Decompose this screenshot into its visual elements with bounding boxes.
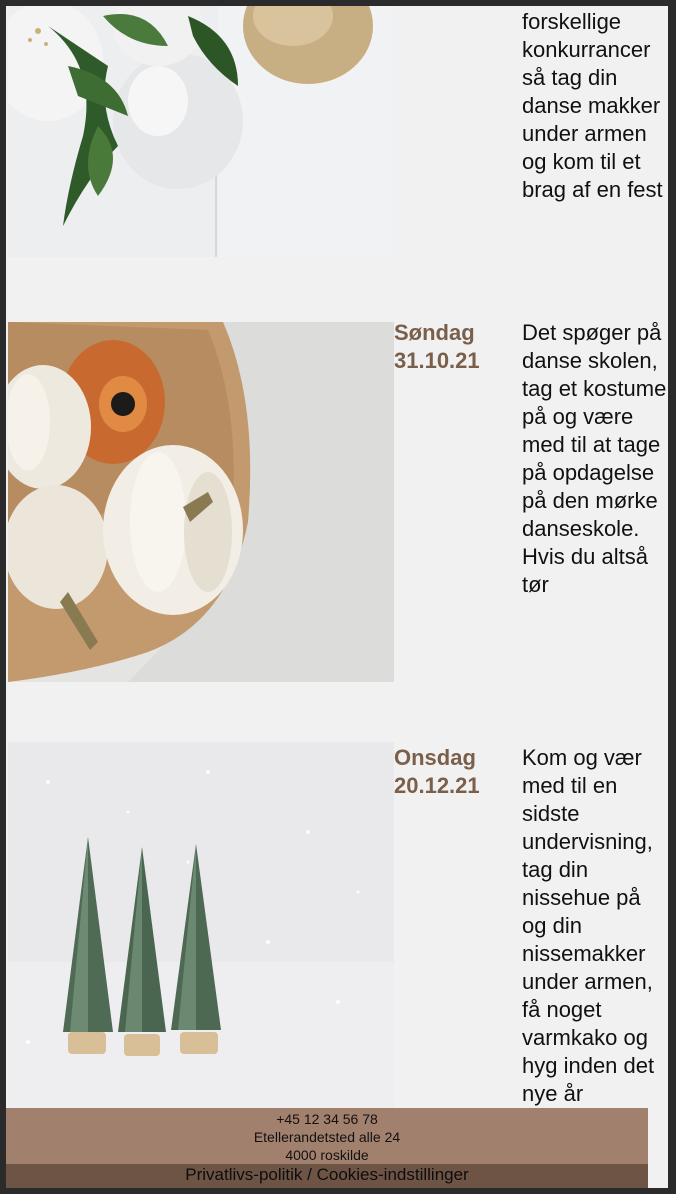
browser-frame: forskellige konkurrancer så tag din dans…: [0, 0, 676, 1194]
event-date-number: 20.12.21: [394, 773, 480, 798]
event-weekday: Søndag: [394, 320, 475, 345]
pumpkins-image: [8, 322, 394, 682]
event-description: Kom og vær med til en sidste undervisnin…: [522, 745, 655, 1106]
site-footer: +45 12 34 56 78 Etellerandetsted alle 24…: [6, 1108, 648, 1188]
footer-phone: +45 12 34 56 78: [276, 1111, 378, 1127]
event-weekday: Onsdag: [394, 745, 476, 770]
event-date-number: 31.10.21: [394, 348, 480, 373]
privacy-policy-link[interactable]: Privatlivs-politik: [185, 1165, 302, 1184]
christmas-trees-image: [8, 742, 394, 1108]
footer-city: 4000 roskilde: [285, 1147, 369, 1163]
event-description: Det spøger på danse skolen, tag et kostu…: [522, 320, 667, 597]
cookie-settings-link[interactable]: Cookies-indstillinger: [317, 1165, 469, 1184]
footer-address: Etellerandetsted alle 24: [253, 1129, 401, 1145]
footer-links: Privatlivs-politik / Cookies-indstilling…: [6, 1164, 648, 1188]
footer-link-separator: /: [302, 1165, 317, 1184]
event-date: Søndag 31.10.21: [394, 319, 519, 375]
event-description: forskellige konkurrancer så tag din dans…: [522, 9, 663, 202]
events-page: forskellige konkurrancer så tag din dans…: [6, 6, 668, 1188]
event-date: Onsdag 20.12.21: [394, 744, 519, 800]
balloons-image: [8, 6, 394, 257]
